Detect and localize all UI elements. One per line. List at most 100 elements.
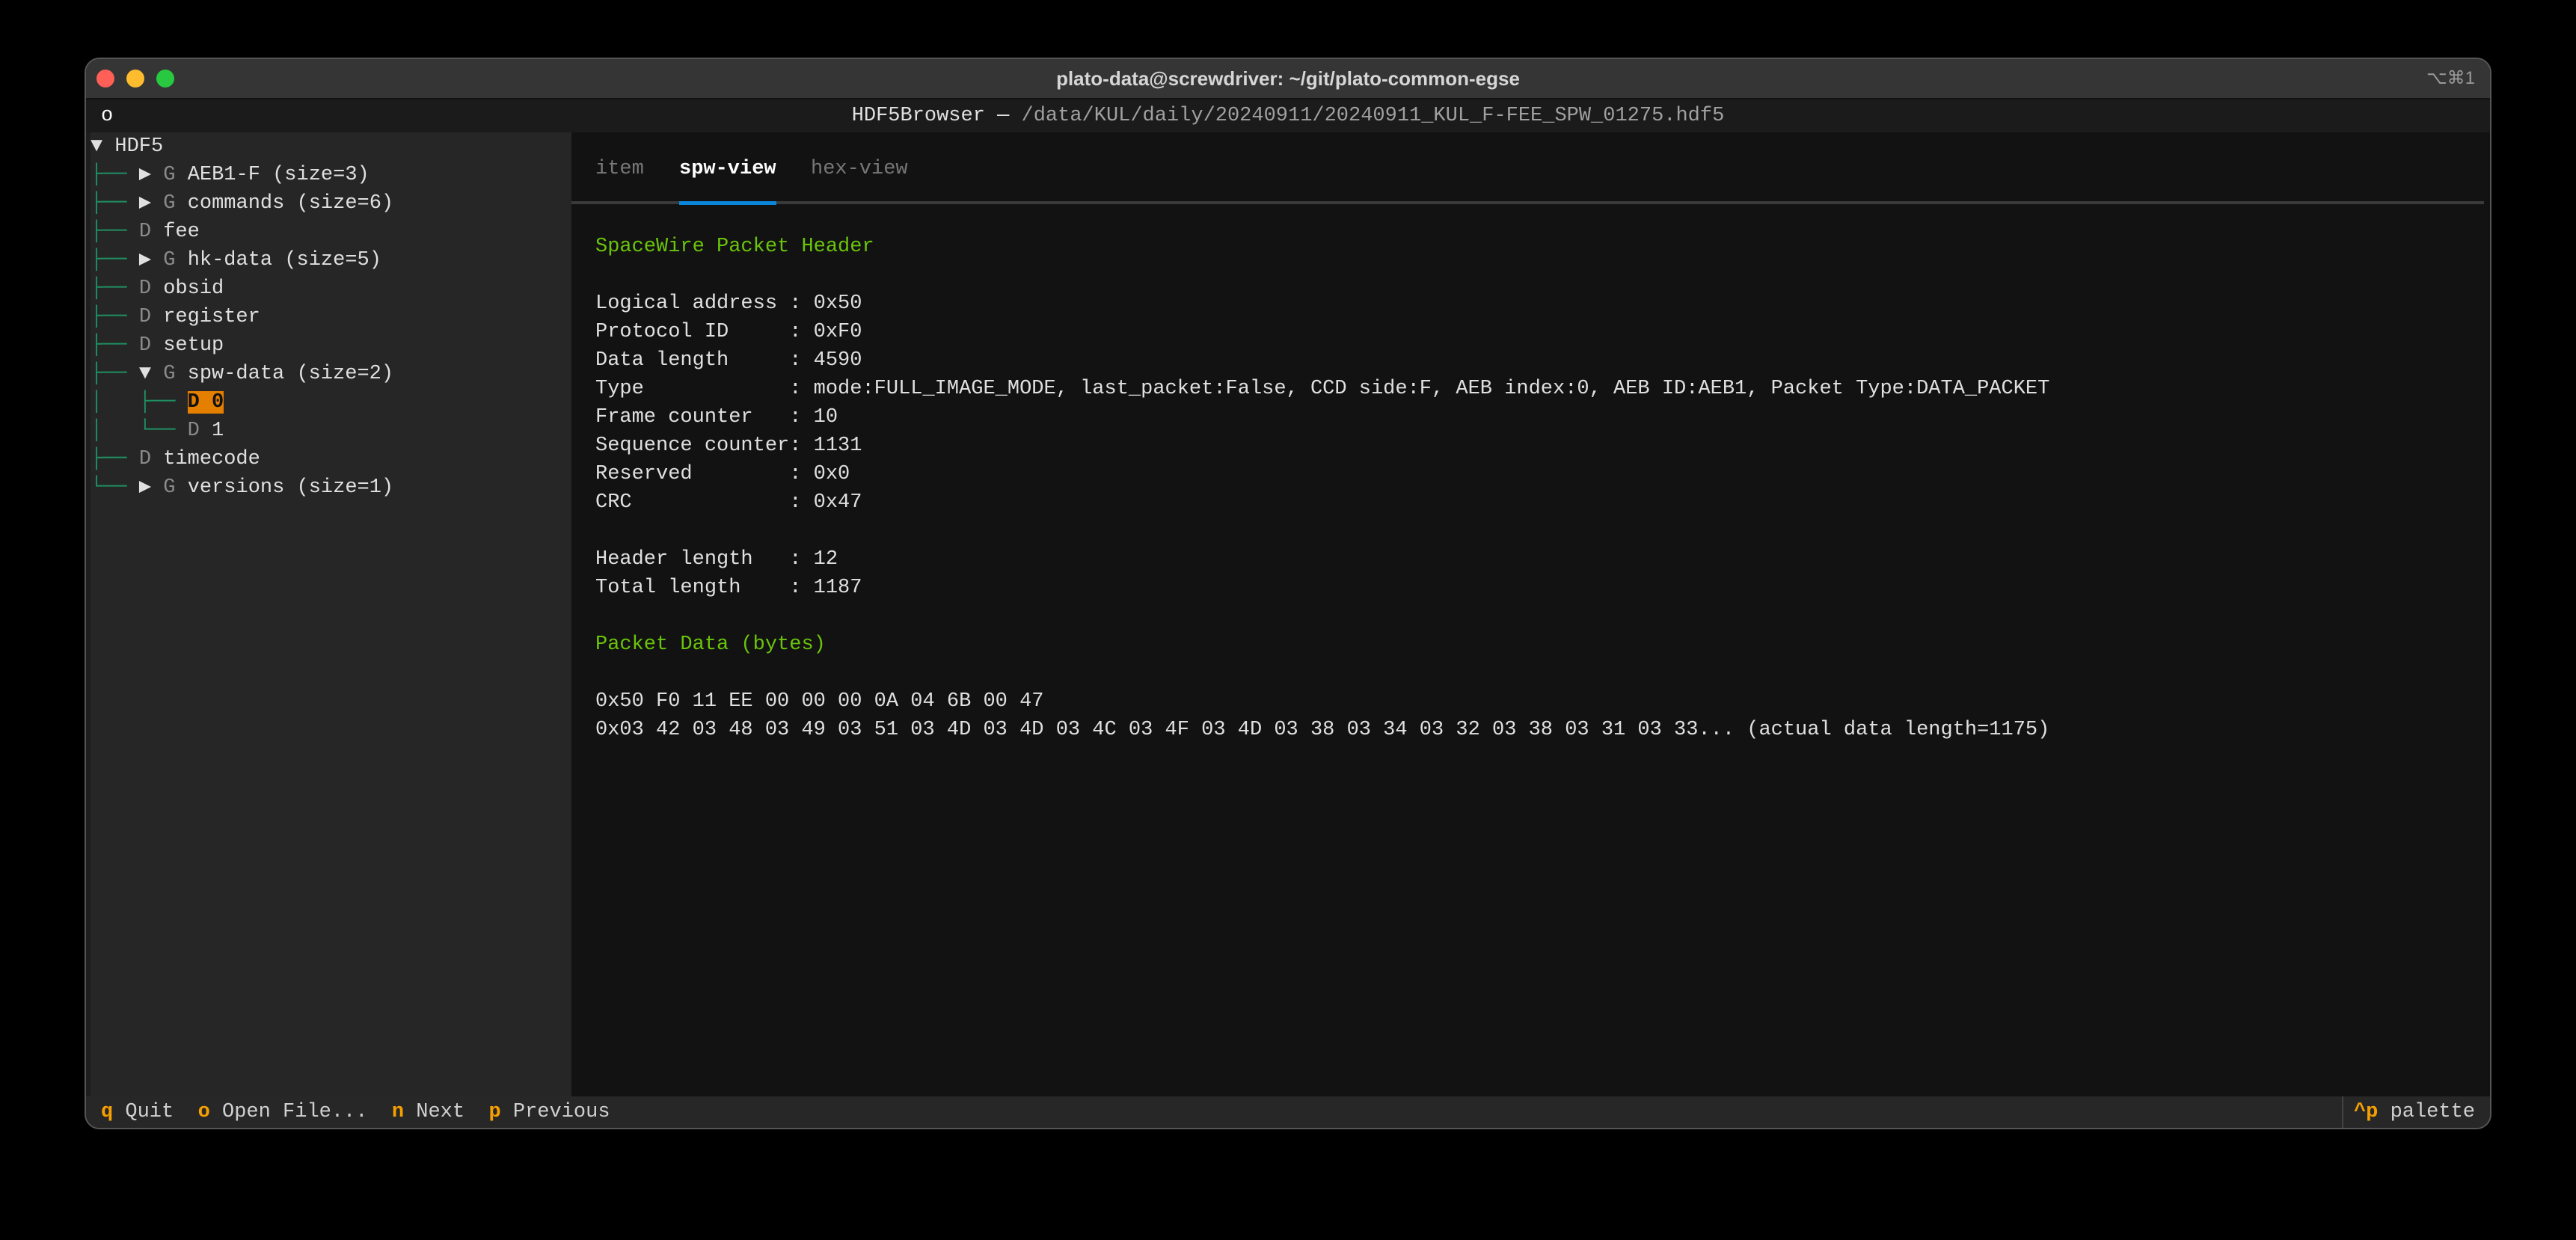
node-label: AEB1-F (size=3) [187,164,369,186]
tab-underline [571,201,2484,204]
expand-arrow-icon: ▶ [138,164,164,186]
header-separator: — [984,105,1022,127]
tree-item[interactable]: ├── ▶ G AEB1-F (size=3) [91,161,571,189]
header-field: Type : mode:FULL_IMAGE_MODE, last_packet… [595,378,2050,400]
tree-node: D timecode [139,448,260,470]
footer-binding[interactable]: n Next [392,1101,489,1123]
header-indicator-icon[interactable]: o [101,99,113,132]
tab-hex-view[interactable]: hex-view [811,155,908,183]
binding-key: q [101,1101,114,1123]
tree-item[interactable]: ├── D timecode [91,445,571,473]
header-field: Data length : 4590 [595,349,862,372]
binding-label: Previous [512,1101,610,1123]
node-kind: D [138,448,152,470]
tree-guide: ├── [91,164,139,186]
tree-node: G versions (size=1) [163,476,393,499]
app-name: HDF5Browser [851,105,985,127]
data-line: 0x50 F0 11 EE 00 00 00 0A 04 6B 00 47 [595,690,1044,713]
tree-guide: └── [91,476,139,499]
tree-guide: ├── [91,192,139,215]
tree-guide: ├── [91,306,139,328]
palette-binding[interactable]: ^p palette [2341,1096,2475,1128]
node-kind: D [187,420,200,442]
node-kind: G [163,363,176,385]
tree-item[interactable]: ├── D fee [91,218,571,246]
tab-spw-view[interactable]: spw-view [679,155,776,183]
header-length: Header length : 12 [595,548,838,571]
terminal: o HDF5Browser — /data/KUL/daily/20240911… [86,99,2490,1128]
node-label: 0 [212,391,224,414]
tree-node: D 1 [188,420,224,442]
tree-root-label: HDF5 [114,135,164,158]
palette-label: palette [2390,1101,2475,1123]
footer-binding[interactable]: q Quit [101,1101,198,1123]
tree-item[interactable]: ├── ▶ G hk-data (size=5) [91,246,571,274]
tree-node: G hk-data (size=5) [163,249,381,271]
tree-item[interactable]: ├── D obsid [91,274,571,303]
node-kind: G [163,192,176,215]
total-length: Total length : 1187 [595,577,862,599]
node-label: fee [163,221,200,243]
header-field: Reserved : 0x0 [595,463,850,485]
tree-item[interactable]: ├── ▼ G spw-data (size=2) [91,360,571,388]
tree-node: D obsid [139,277,224,300]
node-label: commands (size=6) [187,192,394,215]
window-shortcut: ⌥⌘1 [2426,68,2475,88]
binding-key: p [488,1101,501,1123]
tree-item[interactable]: ├── D register [91,303,571,331]
node-kind: G [163,164,176,186]
title-bar: plato-data@screwdriver: ~/git/plato-comm… [86,59,2490,99]
expand-arrow-icon: ▶ [138,249,164,271]
tree-sidebar: ▼ HDF5 ├── ▶ G AEB1-F (size=3) ├── ▶ G co… [91,132,571,1096]
tree-node: D register [139,306,260,328]
node-label: 1 [212,420,224,442]
tree-guide: │ ├── [91,391,188,414]
tree-guide: ├── [91,221,139,243]
footer-binding[interactable]: p Previous [489,1101,634,1123]
tree-node: D 0 [187,391,224,414]
tab-item[interactable]: item [595,155,644,183]
tree-item[interactable]: ├── ▶ G commands (size=6) [91,189,571,218]
header-field: Protocol ID : 0xF0 [595,321,862,343]
tree-guide: ├── [91,277,139,300]
app-header: o HDF5Browser — /data/KUL/daily/20240911… [86,99,2490,132]
node-label: hk-data (size=5) [187,249,381,271]
palette-key: ^p [2353,1101,2379,1123]
active-tab-indicator [679,201,776,205]
tree-guide: ├── [91,334,139,357]
node-label: versions (size=1) [187,476,394,499]
node-kind: G [163,249,176,271]
footer-binding[interactable]: o Open File... [198,1101,392,1123]
tree-guide: ├── [91,363,139,385]
node-kind: D [187,391,200,414]
tree-node: G AEB1-F (size=3) [163,164,369,186]
tree-item[interactable]: │ ├── D 0 [91,388,571,417]
node-kind: D [138,277,152,300]
data-line: 0x03 42 03 48 03 49 03 51 03 4D 03 4D 03… [595,719,2050,741]
header-section-title: SpaceWire Packet Header [595,236,874,258]
expand-arrow-icon: ▼ [138,363,164,385]
tree-item[interactable]: │ └── D 1 [91,417,571,445]
tree-root[interactable]: ▼ HDF5 [91,132,571,161]
node-label: obsid [163,277,224,300]
expand-arrow-icon: ▶ [138,192,164,215]
tree-item[interactable]: ├── D setup [91,331,571,360]
binding-label: Open File... [222,1101,368,1123]
tree-guide: │ └── [91,420,188,442]
tree-item[interactable]: └── ▶ G versions (size=1) [91,473,571,502]
node-kind: G [163,476,176,499]
header-field: CRC : 0x47 [595,491,862,514]
binding-key: o [197,1101,210,1123]
node-label: timecode [163,448,260,470]
binding-key: n [391,1101,405,1123]
tree-node: D fee [139,221,200,243]
data-section-title: Packet Data (bytes) [595,633,826,656]
spw-view-content: SpaceWire Packet Header Logical address … [595,233,2049,744]
file-path: /data/KUL/daily/20240911/20240911_KUL_F-… [1021,105,1725,127]
node-label: spw-data (size=2) [187,363,394,385]
header-field: Frame counter : 10 [595,406,838,429]
node-label: register [163,306,260,328]
main-panel: item spw-view hex-view SpaceWire Packet … [571,132,2490,1096]
